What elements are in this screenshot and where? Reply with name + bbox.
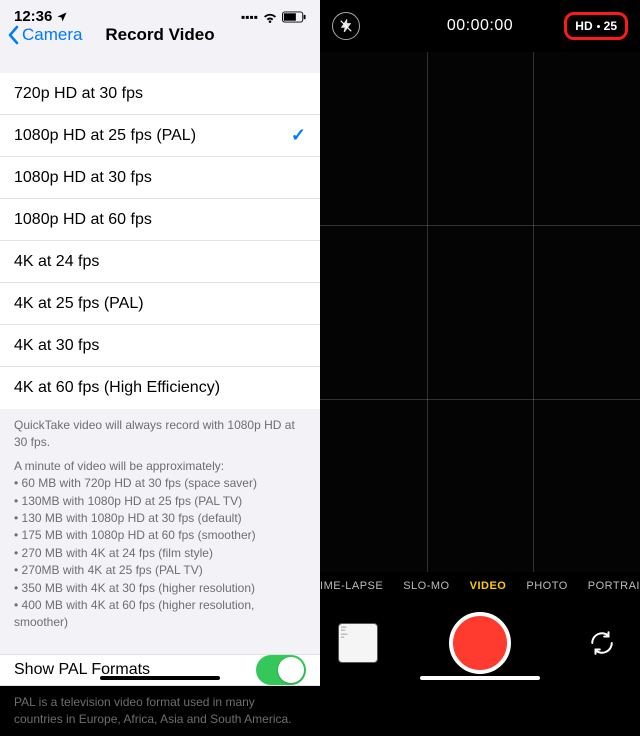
home-indicator[interactable] xyxy=(100,676,220,680)
camera-top-bar: 00:00:00 HD 25 xyxy=(320,0,640,52)
status-time: 12:36 xyxy=(14,8,52,25)
resolution-option[interactable]: 1080p HD at 60 fps xyxy=(0,199,320,241)
wifi-icon xyxy=(262,11,278,23)
shutter-button[interactable] xyxy=(449,612,511,674)
resolution-option[interactable]: 1080p HD at 30 fps xyxy=(0,157,320,199)
back-button[interactable]: Camera xyxy=(8,25,82,45)
option-label: 1080p HD at 30 fps xyxy=(14,169,152,187)
camera-flip-button[interactable] xyxy=(582,623,622,663)
checkmark-icon: ✓ xyxy=(291,125,306,146)
camera-controls: ▪▪▪▪▪▪▪▪▪▪▪▪▪▪▪▪▪▪ xyxy=(320,600,640,686)
mode-photo[interactable]: PHOTO xyxy=(526,580,567,592)
mode-portrait[interactable]: PORTRAIT xyxy=(588,580,640,592)
resolution-option[interactable]: 4K at 24 fps xyxy=(0,241,320,283)
option-label: 1080p HD at 25 fps (PAL) xyxy=(14,127,196,145)
minute-intro: A minute of video will be approximately: xyxy=(14,459,224,473)
size-line: • 270MB with 4K at 25 fps (PAL TV) xyxy=(14,562,306,579)
mode-selector[interactable]: TIME-LAPSE SLO-MO VIDEO PHOTO PORTRAIT xyxy=(320,572,640,600)
option-label: 4K at 60 fps (High Efficiency) xyxy=(14,379,220,397)
grid-line xyxy=(533,52,534,572)
resolution-option[interactable]: 4K at 60 fps (High Efficiency) xyxy=(0,367,320,409)
viewfinder[interactable] xyxy=(320,52,640,572)
size-line: • 130 MB with 1080p HD at 30 fps (defaul… xyxy=(14,510,306,527)
resolution-option[interactable]: 1080p HD at 25 fps (PAL) ✓ xyxy=(0,115,320,157)
settings-pane: 12:36 ▪▪▪▪ Camera Record Video 720p HD a… xyxy=(0,0,320,686)
pal-toggle-row[interactable]: Show PAL Formats xyxy=(0,654,320,686)
nav-header: Camera Record Video xyxy=(0,25,320,45)
chevron-left-icon xyxy=(8,25,20,45)
size-line: • 130MB with 1080p HD at 25 fps (PAL TV) xyxy=(14,493,306,510)
home-indicator[interactable] xyxy=(420,676,540,680)
option-label: 4K at 24 fps xyxy=(14,253,99,271)
grid-line xyxy=(427,52,428,572)
recording-timer: 00:00:00 xyxy=(320,17,640,35)
mode-slo-mo[interactable]: SLO-MO xyxy=(403,580,449,592)
size-line: • 175 MB with 1080p HD at 60 fps (smooth… xyxy=(14,527,306,544)
size-line: • 60 MB with 720p HD at 30 fps (space sa… xyxy=(14,475,306,492)
resolution-option[interactable]: 4K at 25 fps (PAL) xyxy=(0,283,320,325)
resolution-option[interactable]: 4K at 30 fps xyxy=(0,325,320,367)
pal-switch[interactable] xyxy=(256,655,306,685)
status-bar: 12:36 ▪▪▪▪ xyxy=(0,0,320,25)
cell-signal-icon: ▪▪▪▪ xyxy=(241,10,258,24)
size-line: • 350 MB with 4K at 30 fps (higher resol… xyxy=(14,580,306,597)
quicktake-note: QuickTake video will always record with … xyxy=(14,417,306,452)
resolution-list: 720p HD at 30 fps 1080p HD at 25 fps (PAL… xyxy=(0,73,320,409)
last-capture-thumbnail[interactable]: ▪▪▪▪▪▪▪▪▪▪▪▪▪▪▪▪▪▪ xyxy=(338,623,378,663)
option-label: 720p HD at 30 fps xyxy=(14,85,143,103)
grid-line xyxy=(320,225,640,226)
back-label: Camera xyxy=(22,25,82,45)
flip-camera-icon xyxy=(589,630,615,656)
resolution-option[interactable]: 720p HD at 30 fps xyxy=(0,73,320,115)
size-line: • 270 MB with 4K at 24 fps (film style) xyxy=(14,545,306,562)
option-label: 1080p HD at 60 fps xyxy=(14,211,152,229)
option-label: 4K at 25 fps (PAL) xyxy=(14,295,144,313)
camera-pane: 00:00:00 HD 25 TIME-LAPSE SLO-MO VIDEO PHOT… xyxy=(320,0,640,686)
footer-notes: QuickTake video will always record with … xyxy=(0,409,320,640)
option-label: 4K at 30 fps xyxy=(14,337,99,355)
mode-video[interactable]: VIDEO xyxy=(470,580,507,592)
grid-line xyxy=(320,399,640,400)
pal-description: PAL is a television video format used in… xyxy=(0,686,320,736)
location-icon xyxy=(56,11,68,23)
battery-icon xyxy=(282,11,306,23)
size-line: • 400 MB with 4K at 60 fps (higher resol… xyxy=(14,597,306,632)
mode-time-lapse[interactable]: TIME-LAPSE xyxy=(320,580,383,592)
